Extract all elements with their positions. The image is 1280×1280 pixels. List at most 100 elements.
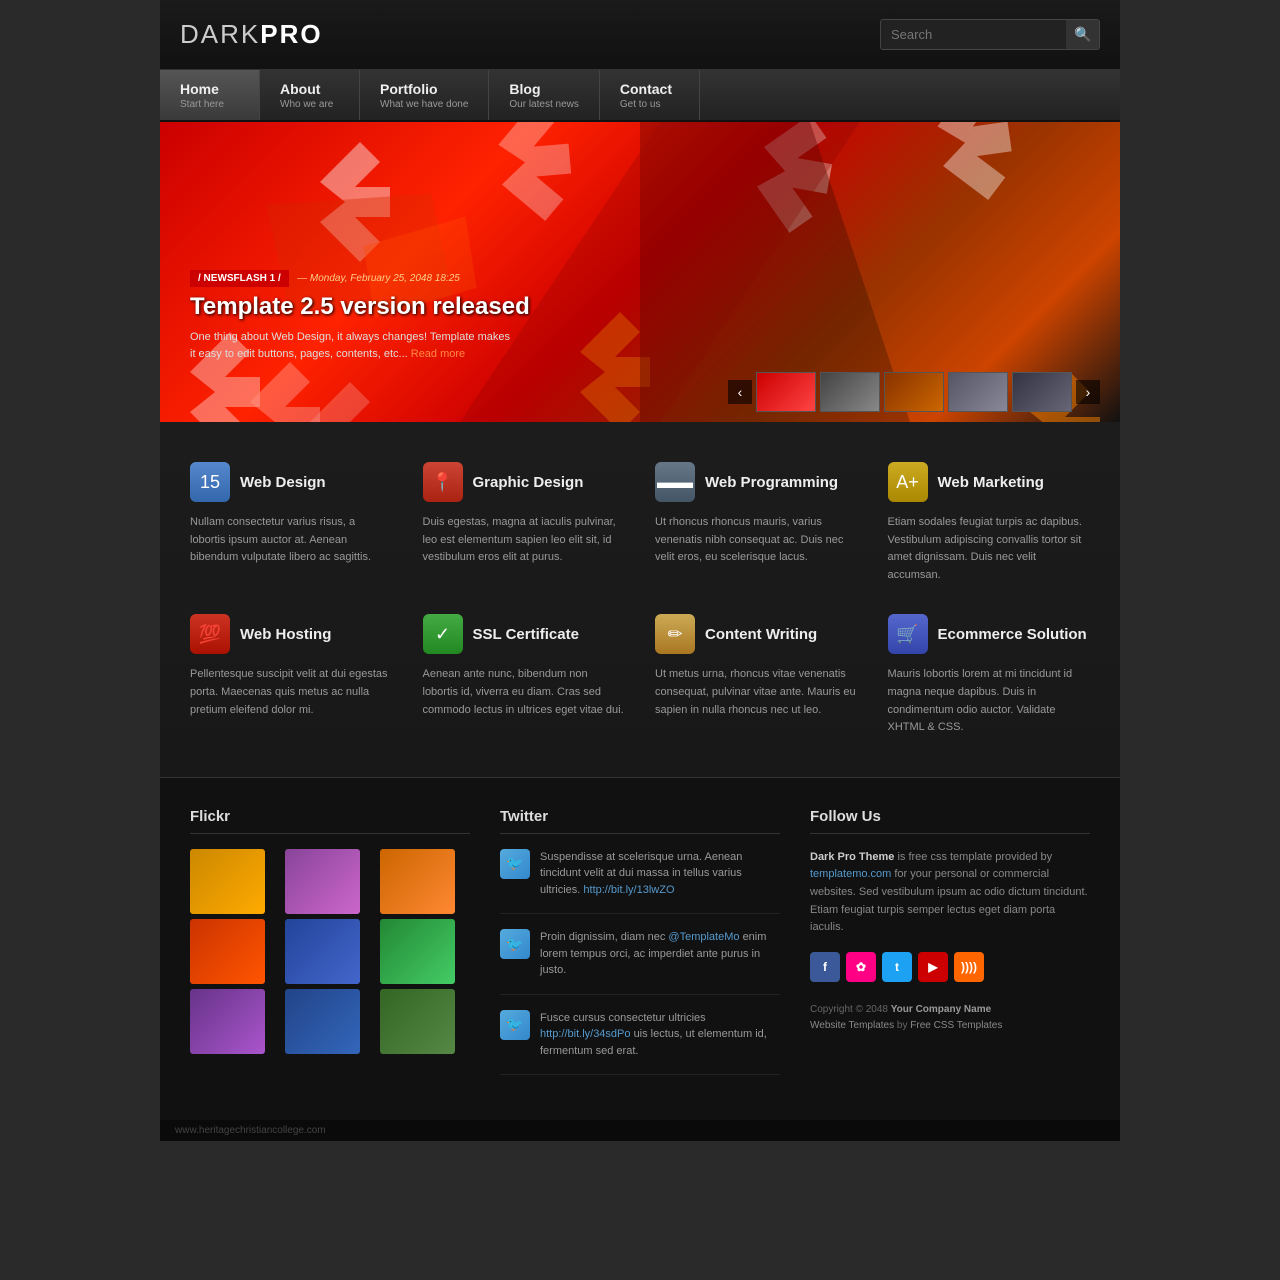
nav-item-blog[interactable]: Blog Our latest news bbox=[489, 70, 599, 120]
footer-copyright: Copyright © 2048 Your Company Name Websi… bbox=[810, 1002, 1090, 1034]
tweet-3-text: Fusce cursus consectetur ultricies http:… bbox=[540, 1010, 780, 1060]
tweet-2: 🐦 Proin dignissim, diam nec @TemplateMo … bbox=[500, 929, 780, 995]
hero-tag-line: / NEWSFLASH 1 / — Monday, February 25, 2… bbox=[190, 270, 530, 293]
flickr-icon[interactable]: ✿ bbox=[846, 952, 876, 982]
web-design-icon: 15 bbox=[190, 462, 230, 502]
flickr-thumb-8[interactable] bbox=[285, 989, 360, 1054]
hero-desc: One thing about Web Design, it always ch… bbox=[190, 329, 510, 362]
tweet-1: 🐦 Suspendisse at scelerisque urna. Aenea… bbox=[500, 849, 780, 915]
hero-title: Template 2.5 version released bbox=[190, 293, 530, 321]
twitter-bird-3: 🐦 bbox=[500, 1010, 530, 1040]
dark-pro-theme-text: Dark Pro Theme bbox=[810, 851, 894, 863]
rss-icon[interactable]: )))) bbox=[954, 952, 984, 982]
tweet-2-mention[interactable]: @TemplateMo bbox=[668, 931, 739, 943]
follow-text: Dark Pro Theme is free css template prov… bbox=[810, 849, 1090, 937]
ssl-certificate-desc: Aenean ante nunc, bibendum non lobortis … bbox=[423, 666, 626, 719]
follow-section: Follow Us Dark Pro Theme is free css tem… bbox=[810, 808, 1090, 1091]
slider-thumb-4[interactable] bbox=[948, 372, 1008, 412]
search-bar: 🔍 bbox=[880, 19, 1100, 50]
twitter-section: Twitter 🐦 Suspendisse at scelerisque urn… bbox=[500, 808, 780, 1091]
twitter-icon[interactable]: t bbox=[882, 952, 912, 982]
feature-graphic-design: 📍 Graphic Design Duis egestas, magna at … bbox=[423, 462, 626, 584]
flickr-title: Flickr bbox=[190, 808, 470, 834]
slider-thumb-3[interactable] bbox=[884, 372, 944, 412]
feature-web-hosting: 💯 Web Hosting Pellentesque suscipit veli… bbox=[190, 614, 393, 736]
feature-content-writing: ✏ Content Writing Ut metus urna, rhoncus… bbox=[655, 614, 858, 736]
company-name: Your Company Name bbox=[891, 1004, 991, 1015]
web-marketing-icon: A+ bbox=[888, 462, 928, 502]
main-nav: Home Start here About Who we are Portfol… bbox=[160, 70, 1120, 122]
content-writing-icon: ✏ bbox=[655, 614, 695, 654]
flickr-thumb-6[interactable] bbox=[380, 919, 455, 984]
features-section: 15 Web Design Nullam consectetur varius … bbox=[160, 422, 1120, 777]
ecommerce-title: Ecommerce Solution bbox=[938, 626, 1087, 643]
hero-slider: / NEWSFLASH 1 / — Monday, February 25, 2… bbox=[160, 122, 1120, 422]
flickr-thumb-4[interactable] bbox=[190, 919, 265, 984]
hero-read-more[interactable]: Read more bbox=[411, 348, 465, 360]
twitter-title: Twitter bbox=[500, 808, 780, 834]
feature-web-programming: ▬▬ Web Programming Ut rhoncus rhoncus ma… bbox=[655, 462, 858, 584]
tweet-1-link[interactable]: http://bit.ly/13lwZO bbox=[583, 884, 674, 896]
feature-web-design: 15 Web Design Nullam consectetur varius … bbox=[190, 462, 393, 584]
ssl-certificate-title: SSL Certificate bbox=[473, 626, 579, 643]
free-css-link[interactable]: Free CSS Templates bbox=[910, 1020, 1002, 1031]
ecommerce-desc: Mauris lobortis lorem at mi tincidunt id… bbox=[888, 666, 1091, 736]
ssl-certificate-icon: ✓ bbox=[423, 614, 463, 654]
nav-item-home[interactable]: Home Start here bbox=[160, 70, 260, 120]
graphic-design-title: Graphic Design bbox=[473, 474, 584, 491]
nav-item-about[interactable]: About Who we are bbox=[260, 70, 360, 120]
tweet-2-text: Proin dignissim, diam nec @TemplateMo en… bbox=[540, 929, 780, 979]
tweet-3-link[interactable]: http://bit.ly/34sdPo bbox=[540, 1028, 631, 1040]
slider-thumb-2[interactable] bbox=[820, 372, 880, 412]
flickr-thumb-1[interactable] bbox=[190, 849, 265, 914]
web-marketing-desc: Etiam sodales feugiat turpis ac dapibus.… bbox=[888, 514, 1091, 584]
newsflash-tag: / NEWSFLASH 1 / bbox=[190, 270, 289, 287]
logo-dark: DARK bbox=[180, 19, 260, 49]
search-button[interactable]: 🔍 bbox=[1066, 20, 1099, 49]
facebook-icon[interactable]: f bbox=[810, 952, 840, 982]
web-hosting-desc: Pellentesque suscipit velit at dui egest… bbox=[190, 666, 393, 719]
bottom-bar: www.heritagechristiancollege.com bbox=[160, 1120, 1120, 1141]
templatemo-link[interactable]: templatemo.com bbox=[810, 868, 891, 880]
youtube-icon[interactable]: ▶ bbox=[918, 952, 948, 982]
flickr-thumb-5[interactable] bbox=[285, 919, 360, 984]
web-design-desc: Nullam consectetur varius risus, a lobor… bbox=[190, 514, 393, 567]
content-writing-title: Content Writing bbox=[705, 626, 817, 643]
logo-bold: PRO bbox=[260, 19, 322, 49]
web-programming-desc: Ut rhoncus rhoncus mauris, varius venena… bbox=[655, 514, 858, 567]
flickr-thumb-7[interactable] bbox=[190, 989, 265, 1054]
tweet-3: 🐦 Fusce cursus consectetur ultricies htt… bbox=[500, 1010, 780, 1076]
slider-thumb-1[interactable] bbox=[756, 372, 816, 412]
footer: Flickr Twitter 🐦 Suspendisse at sceleris… bbox=[160, 777, 1120, 1121]
bottom-url: www.heritagechristiancollege.com bbox=[175, 1125, 326, 1136]
flickr-thumb-9[interactable] bbox=[380, 989, 455, 1054]
hero-date: — Monday, February 25, 2048 18:25 bbox=[297, 273, 460, 284]
follow-title: Follow Us bbox=[810, 808, 1090, 834]
slider-prev[interactable]: ‹ bbox=[728, 380, 752, 404]
search-input[interactable] bbox=[881, 21, 1066, 48]
graphic-design-icon: 📍 bbox=[423, 462, 463, 502]
features-grid: 15 Web Design Nullam consectetur varius … bbox=[190, 462, 1090, 737]
ecommerce-icon: 🛒 bbox=[888, 614, 928, 654]
web-design-title: Web Design bbox=[240, 474, 326, 491]
flickr-thumb-3[interactable] bbox=[380, 849, 455, 914]
slider-next[interactable]: › bbox=[1076, 380, 1100, 404]
site-logo: DARKPRO bbox=[180, 19, 323, 50]
web-hosting-title: Web Hosting bbox=[240, 626, 331, 643]
web-hosting-icon: 💯 bbox=[190, 614, 230, 654]
graphic-design-desc: Duis egestas, magna at iaculis pulvinar,… bbox=[423, 514, 626, 567]
social-icons: f ✿ t ▶ )))) bbox=[810, 952, 1090, 982]
website-templates-link[interactable]: Website Templates bbox=[810, 1020, 894, 1031]
web-marketing-title: Web Marketing bbox=[938, 474, 1044, 491]
web-programming-title: Web Programming bbox=[705, 474, 838, 491]
nav-item-portfolio[interactable]: Portfolio What we have done bbox=[360, 70, 489, 120]
slider-navigation: ‹ › bbox=[728, 372, 1100, 412]
flickr-grid bbox=[190, 849, 470, 1054]
content-writing-desc: Ut metus urna, rhoncus vitae venenatis c… bbox=[655, 666, 858, 719]
nav-item-contact[interactable]: Contact Get to us bbox=[600, 70, 700, 120]
slider-thumb-5[interactable] bbox=[1012, 372, 1072, 412]
feature-web-marketing: A+ Web Marketing Etiam sodales feugiat t… bbox=[888, 462, 1091, 584]
header: DARKPRO 🔍 bbox=[160, 0, 1120, 70]
flickr-thumb-2[interactable] bbox=[285, 849, 360, 914]
web-programming-icon: ▬▬ bbox=[655, 462, 695, 502]
